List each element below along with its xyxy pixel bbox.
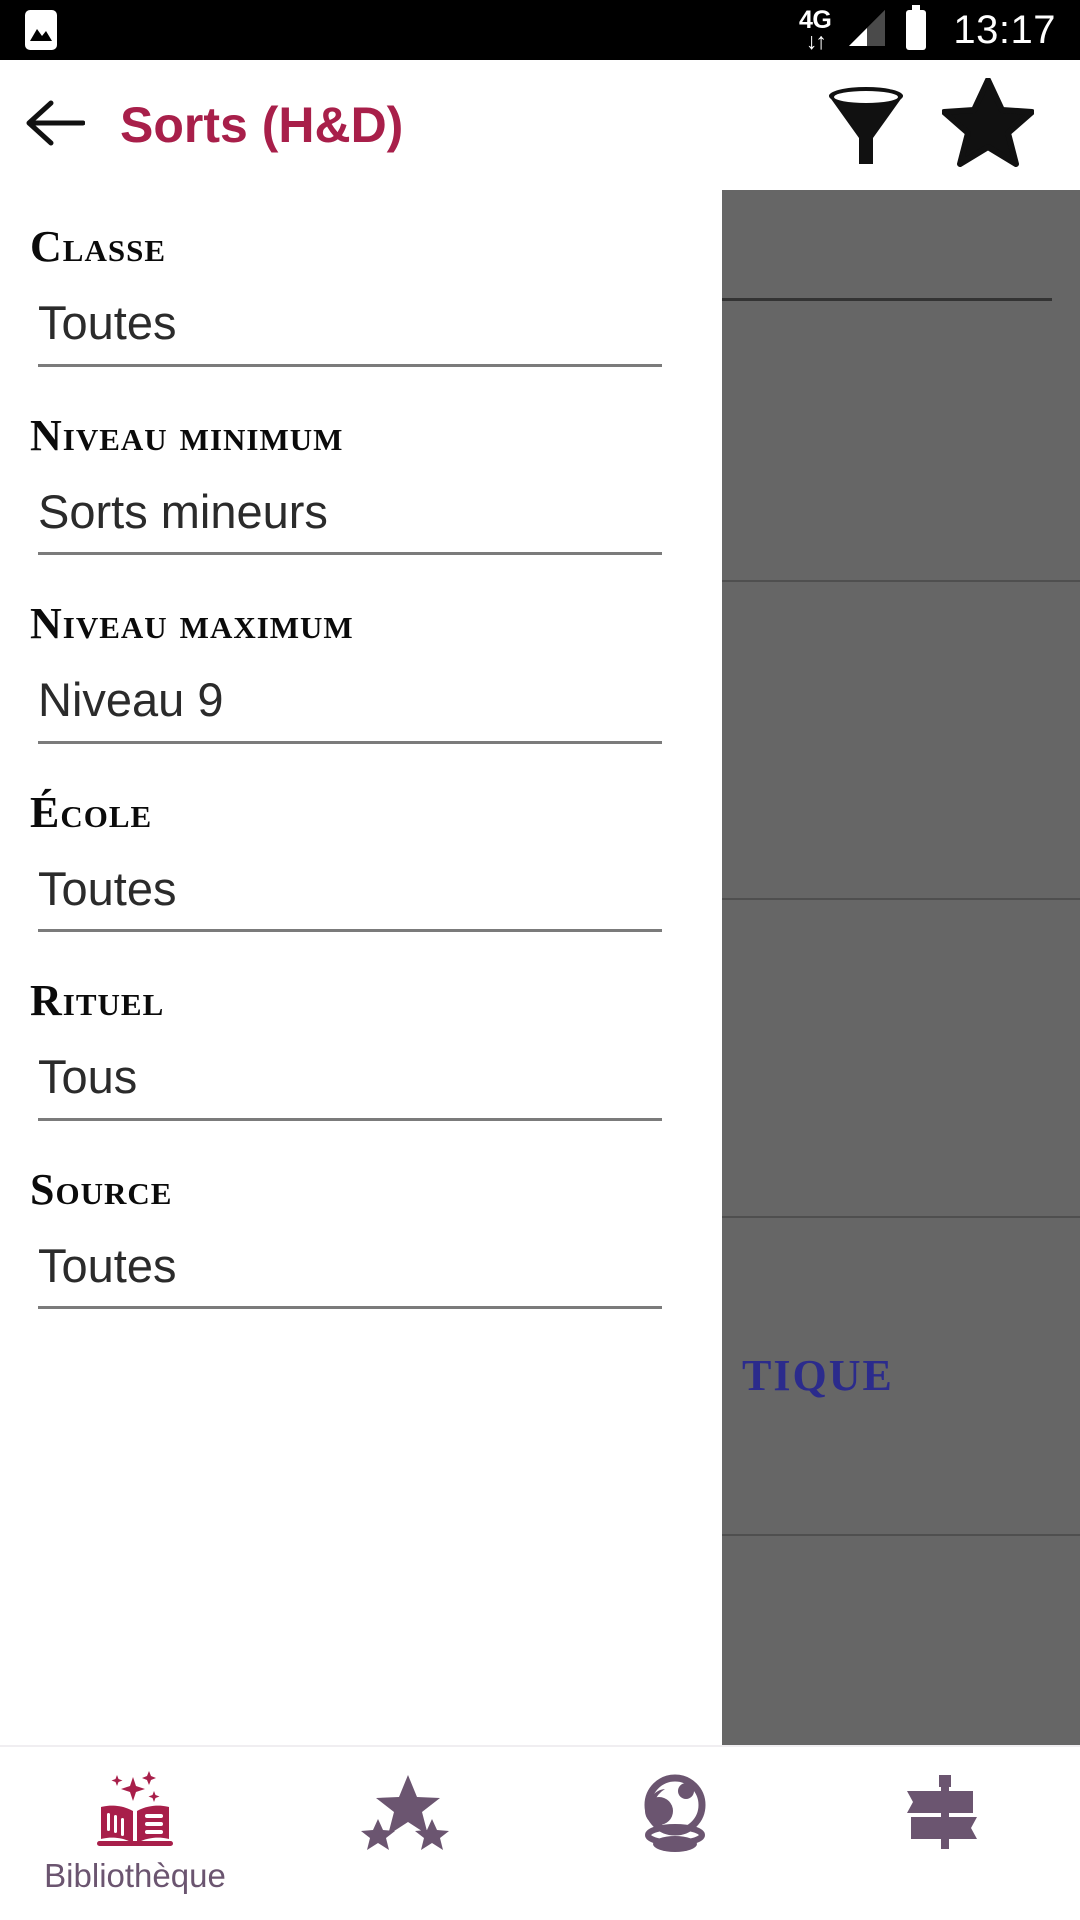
filter-select-classe[interactable]: Toutes [38, 296, 662, 367]
filter-select-source[interactable]: Toutes [38, 1238, 662, 1310]
nav-item-favorites[interactable] [270, 1747, 540, 1920]
app-screen: 4G ↓↑ 13:17 Sorts (H&D) TIQUE Classe Tou… [0, 0, 1080, 1920]
filter-button[interactable] [818, 70, 914, 180]
filter-label-ecole: École [30, 787, 153, 837]
filter-label-source: Source [30, 1164, 173, 1214]
star-icon [941, 76, 1035, 173]
favorites-button[interactable] [940, 70, 1036, 180]
filter-select-rituel[interactable]: Tous [38, 1050, 662, 1121]
nav-item-signpost[interactable] [810, 1747, 1080, 1920]
signal-bars-icon [845, 6, 889, 55]
back-arrow-icon [25, 97, 86, 154]
data-transfer-arrows: ↓↑ [805, 27, 827, 54]
crystal-ball-icon [629, 1769, 721, 1853]
app-bar: Sorts (H&D) [0, 60, 1080, 190]
filter-label-rituel: Rituel [30, 976, 165, 1026]
filter-field-rituel: Rituel Tous [30, 976, 692, 1121]
background-list-row [722, 582, 1080, 900]
nav-label-bibliotheque: Bibliothèque [44, 1857, 226, 1894]
filter-field-source: Source Toutes [30, 1164, 692, 1310]
status-bar-left [24, 9, 58, 51]
filter-field-niveau-maximum: Niveau Maximum Niveau 9 [30, 599, 692, 744]
nav-item-bibliotheque[interactable]: Bibliothèque [0, 1747, 270, 1920]
background-list-row [722, 900, 1080, 1218]
three-stars-icon [359, 1769, 451, 1853]
filter-value-classe: Toutes [38, 296, 177, 350]
clock-time: 13:17 [953, 8, 1056, 52]
filter-value-ecole: Toutes [38, 861, 177, 915]
filter-value-niveau-minimum: Sorts mineurs [38, 484, 328, 538]
bottom-navigation-bar: Bibliothèque [0, 1745, 1080, 1920]
filter-label-niveau-maximum: Niveau Maximum [30, 599, 354, 649]
status-bar: 4G ↓↑ 13:17 [0, 0, 1080, 60]
page-title: Sorts (H&D) [120, 97, 404, 153]
filter-value-rituel: Tous [38, 1050, 138, 1104]
filter-value-niveau-maximum: Niveau 9 [38, 673, 224, 727]
filter-field-ecole: École Toutes [30, 787, 692, 933]
filter-value-source: Toutes [38, 1238, 177, 1292]
status-bar-right: 4G ↓↑ 13:17 [799, 4, 1056, 56]
filter-field-niveau-minimum: Niveau Minimum Sorts mineurs [30, 410, 692, 556]
photo-icon [24, 9, 58, 51]
background-spell-school-label: TIQUE [742, 1351, 894, 1400]
background-list-row [722, 190, 1080, 582]
nav-item-divination[interactable] [540, 1747, 810, 1920]
magic-book-icon [89, 1769, 181, 1853]
network-4g-icon: 4G ↓↑ [799, 7, 832, 54]
signpost-icon [899, 1769, 991, 1853]
filter-panel: Classe Toutes Niveau Minimum Sorts mineu… [0, 190, 722, 1745]
filter-label-classe: Classe [30, 222, 167, 271]
dimmed-background-list: TIQUE [722, 190, 1080, 1745]
filter-label-niveau-minimum: Niveau Minimum [30, 410, 344, 460]
filter-select-ecole[interactable]: Toutes [38, 861, 662, 933]
funnel-filter-icon [823, 78, 909, 173]
back-button[interactable] [0, 60, 110, 190]
battery-icon [903, 4, 929, 56]
filter-field-classe: Classe Toutes [30, 222, 692, 367]
app-bar-actions [818, 70, 1080, 180]
filter-select-niveau-maximum[interactable]: Niveau 9 [38, 673, 662, 744]
filter-select-niveau-minimum[interactable]: Sorts mineurs [38, 484, 662, 556]
